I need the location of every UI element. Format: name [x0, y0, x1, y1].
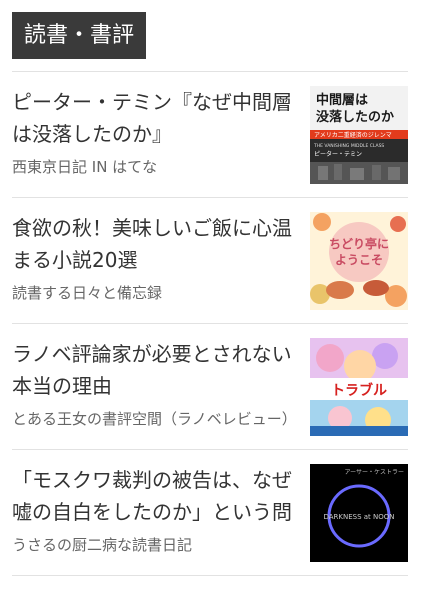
article-source[interactable]: 西東京日記 IN はてな	[12, 156, 302, 178]
article-source[interactable]: 読書する日々と備忘録	[12, 282, 302, 304]
cover-title-line1: 中間層は	[316, 92, 368, 108]
article-title[interactable]: ピーター・テミン『なぜ中間層は没落したのか』	[12, 86, 302, 150]
article-title[interactable]: ラノベ評論家が必要とされない本当の理由	[12, 338, 302, 402]
article-thumbnail[interactable]: トラブル	[310, 338, 408, 436]
cover-title-line1: ちどり亭に	[329, 236, 389, 251]
book-cover-image: ちどり亭に ようこそ	[310, 212, 408, 310]
article-list: ピーター・テミン『なぜ中間層は没落したのか』 西東京日記 IN はてな 中間層は…	[12, 71, 408, 576]
article-item[interactable]: ピーター・テミン『なぜ中間層は没落したのか』 西東京日記 IN はてな 中間層は…	[12, 71, 408, 197]
article-item[interactable]: ラノベ評論家が必要とされない本当の理由 とある王女の書評空間（ラノベレビュー） …	[12, 323, 408, 449]
book-cover-image: アーサー・ケストラー DARKNESS at NOON	[310, 464, 408, 562]
article-thumbnail[interactable]: アーサー・ケストラー DARKNESS at NOON	[310, 464, 408, 562]
cover-title: DARKNESS at NOON	[323, 513, 394, 521]
article-item[interactable]: 食欲の秋！美味しいご飯に心温まる小説20選 読書する日々と備忘録 ちどり亭に よ…	[12, 197, 408, 323]
article-title[interactable]: 食欲の秋！美味しいご飯に心温まる小説20選	[12, 212, 302, 276]
book-cover-image: トラブル	[310, 338, 408, 436]
article-thumbnail[interactable]: ちどり亭に ようこそ	[310, 212, 408, 310]
cover-author: アーサー・ケストラー	[344, 469, 404, 476]
article-title[interactable]: 「モスクワ裁判の被告は、なぜ嘘の自白をしたのか」という問い	[12, 464, 302, 528]
article-source[interactable]: うさるの厨二病な読書日記	[12, 534, 302, 556]
section-title: 読書・書評	[12, 12, 147, 59]
cover-english: THE VANISHING MIDDLE CLASS	[313, 143, 384, 149]
cover-title-line2: 没落したのか	[316, 109, 394, 125]
cover-author: ピーター・テミン	[314, 150, 362, 158]
cover-subtitle: アメリカ二重経済のジレンマ	[314, 131, 392, 139]
book-cover-image: 中間層は 没落したのか アメリカ二重経済のジレンマ THE VANISHING …	[310, 86, 408, 184]
article-source[interactable]: とある王女の書評空間（ラノベレビュー）	[12, 408, 302, 430]
cover-title-line2: ようこそ	[335, 253, 383, 267]
article-item[interactable]: 「モスクワ裁判の被告は、なぜ嘘の自白をしたのか」という問い うさるの厨二病な読書…	[12, 449, 408, 576]
article-thumbnail[interactable]: 中間層は 没落したのか アメリカ二重経済のジレンマ THE VANISHING …	[310, 86, 408, 184]
cover-title: トラブル	[331, 382, 387, 399]
